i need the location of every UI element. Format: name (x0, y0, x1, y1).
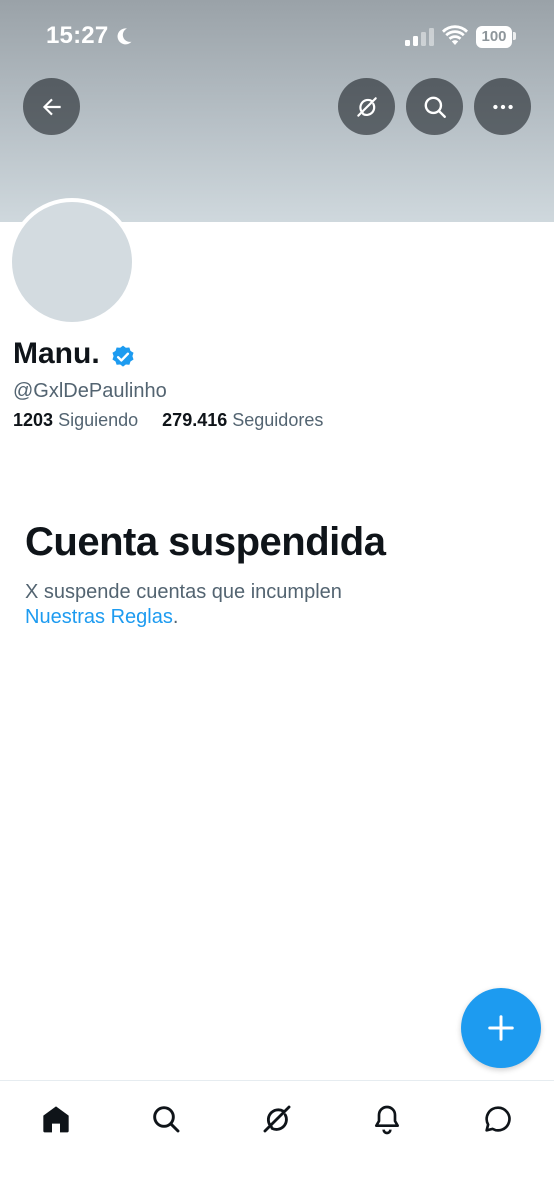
messages-icon (485, 1106, 511, 1132)
followers-count: 279.416 (162, 410, 228, 430)
grok-button[interactable] (338, 78, 395, 135)
display-name: Manu. (13, 337, 100, 370)
more-icon (492, 104, 513, 109)
battery-icon: 100 (476, 26, 516, 48)
followers-link[interactable]: 279.416 Seguidores (162, 410, 323, 430)
status-time: 15:27 (46, 22, 109, 49)
search-icon (153, 1106, 180, 1133)
signal-icon (405, 28, 434, 46)
nav-messages[interactable] (478, 1099, 518, 1139)
status-bar: 15:27 100 (0, 0, 554, 74)
battery-level: 100 (481, 28, 507, 45)
verified-badge-icon[interactable] (110, 344, 136, 370)
search-icon (424, 96, 446, 118)
following-link[interactable]: 1203 Siguiendo (13, 410, 143, 430)
arrow-left-icon (42, 98, 61, 115)
moon-icon (117, 28, 132, 45)
followers-label: Seguidores (232, 410, 324, 430)
suspended-title: Cuenta suspendida (25, 520, 386, 564)
following-label: Siguiendo (58, 410, 139, 430)
suspended-trailing: . (172, 606, 179, 628)
nav-grok[interactable] (257, 1099, 297, 1139)
home-icon (43, 1106, 69, 1133)
following-count: 1203 (13, 410, 54, 430)
back-button[interactable] (23, 78, 80, 135)
compose-button[interactable] (461, 988, 541, 1068)
avatar[interactable] (8, 198, 136, 326)
rules-link[interactable]: Nuestras Reglas (25, 606, 173, 628)
wifi-icon (442, 25, 468, 45)
follow-stats: 1203 Siguiendo 279.416 Seguidores (13, 410, 323, 431)
nav-home[interactable] (36, 1099, 76, 1139)
nav-notifications[interactable] (367, 1099, 407, 1139)
nav-search[interactable] (146, 1099, 186, 1139)
search-button[interactable] (406, 78, 463, 135)
bottom-nav (0, 1080, 554, 1200)
suspended-text: X suspende cuentas que incumplen (25, 581, 342, 603)
plus-icon (488, 1015, 514, 1041)
suspended-message: X suspende cuentas que incumplen Nuestra… (25, 580, 505, 630)
grok-icon (356, 96, 377, 117)
grok-icon (263, 1105, 291, 1133)
user-handle: @GxlDePaulinho (13, 380, 167, 402)
more-options-button[interactable] (474, 78, 531, 135)
notifications-icon (375, 1105, 399, 1135)
